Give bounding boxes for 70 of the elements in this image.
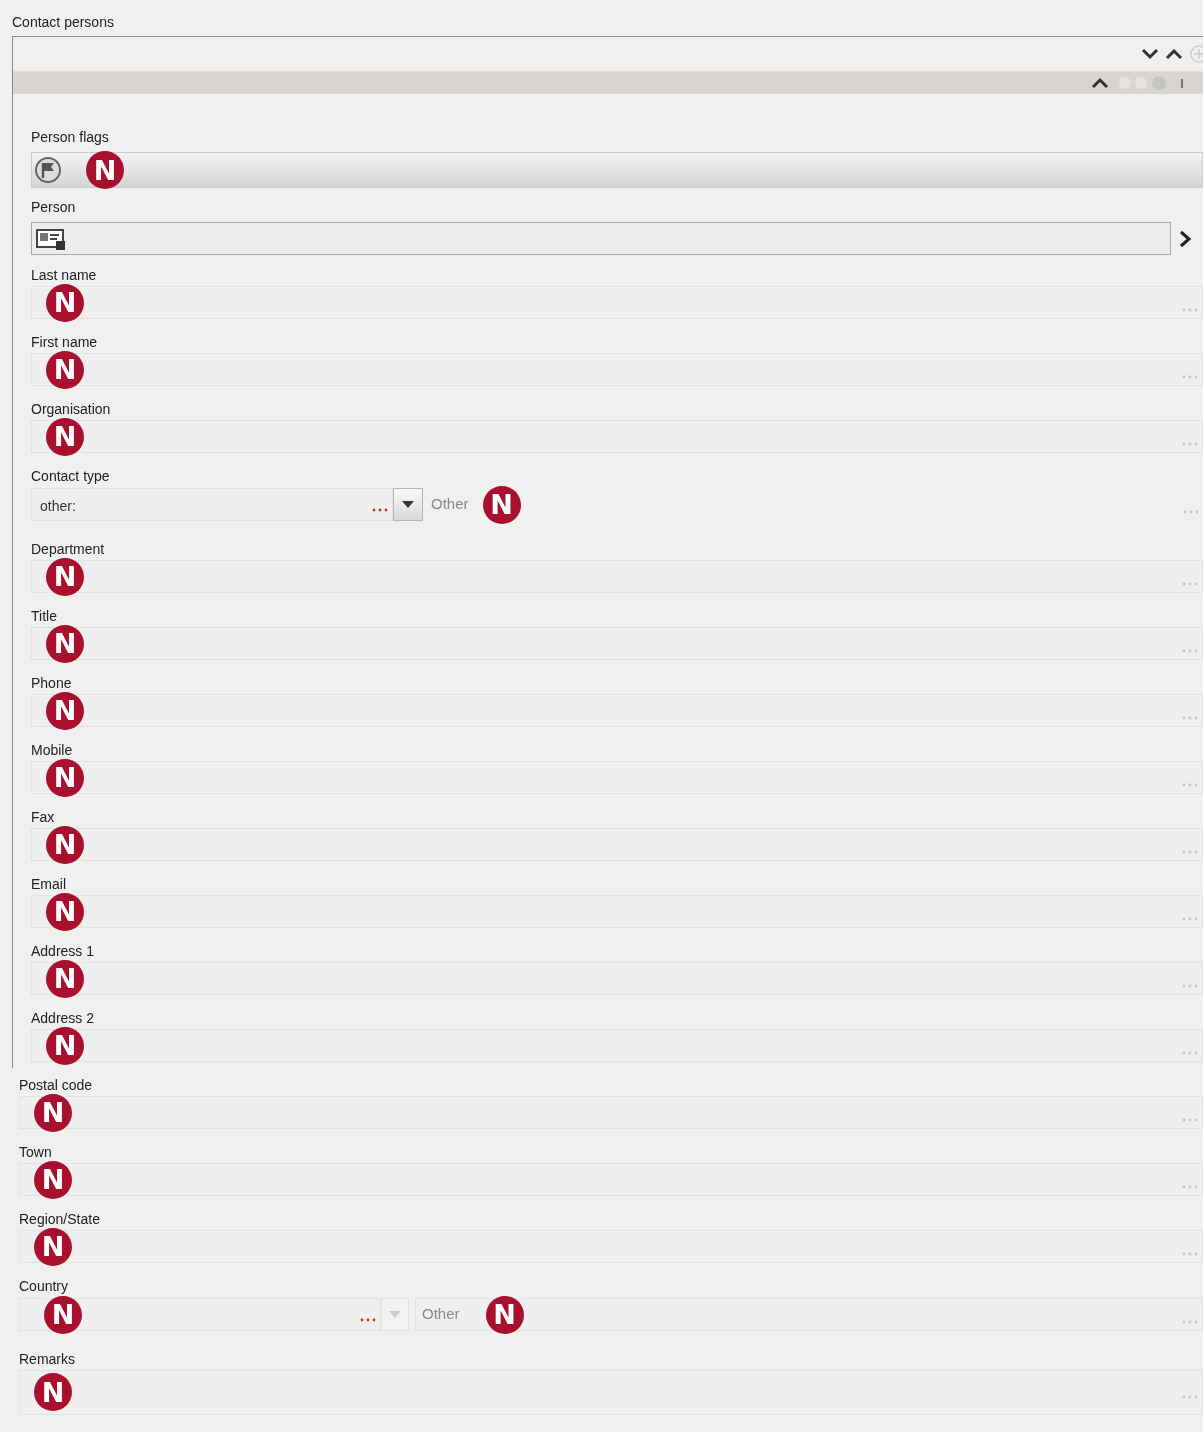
input-field[interactable]: N	[19, 1230, 1203, 1263]
field-label: Country	[19, 1277, 69, 1296]
input-field[interactable]: N	[31, 828, 1203, 861]
field-label: Address 1	[31, 942, 95, 961]
n-badge: N	[34, 1093, 72, 1132]
combo-field[interactable]: other:	[31, 488, 393, 521]
field-label: Organisation	[31, 400, 111, 419]
field-label: First name	[31, 333, 98, 352]
dropdown-button[interactable]	[393, 488, 423, 521]
input-field[interactable]: N	[19, 1370, 1203, 1415]
input-field[interactable]: N	[31, 1029, 1203, 1062]
n-badge: N	[46, 892, 84, 931]
input-field[interactable]: N	[31, 694, 1203, 727]
input-field[interactable]: N	[31, 560, 1203, 593]
field-label: Person	[31, 198, 76, 217]
field-label: Department	[31, 540, 105, 559]
n-badge: N	[46, 691, 84, 730]
input-field[interactable]: N	[31, 420, 1203, 453]
section-title: Contact persons	[12, 14, 114, 30]
field-label: Address 2	[31, 1009, 95, 1028]
input-field[interactable]: N	[31, 353, 1203, 386]
n-badge: N	[46, 557, 84, 596]
person-card-icon	[36, 226, 66, 251]
caret-icon	[402, 500, 414, 509]
chevron-up-icon[interactable]	[1091, 77, 1109, 89]
input-field[interactable]: N	[19, 1163, 1203, 1196]
field-label: Phone	[31, 674, 72, 693]
field-label: Remarks	[19, 1350, 75, 1369]
n-badge: N	[46, 959, 84, 998]
input-field[interactable]: N	[31, 627, 1203, 660]
caret-icon	[389, 1310, 401, 1319]
n-badge: N	[485, 1295, 524, 1334]
n-badge: N	[46, 624, 84, 663]
field-label: Postal code	[19, 1076, 93, 1095]
field-label: Title	[31, 607, 57, 626]
n-badge: N	[86, 151, 124, 189]
field-label: Fax	[31, 808, 55, 827]
field-label: Town	[19, 1143, 52, 1162]
input-field[interactable]: N	[19, 1096, 1203, 1129]
separator-icon	[1181, 78, 1183, 88]
chevron-up-icon[interactable]	[1165, 48, 1183, 60]
field-label: Person flags	[31, 128, 109, 147]
field-label: Email	[31, 875, 66, 894]
more-icon[interactable]	[360, 1317, 376, 1322]
chevron-right-icon[interactable]	[1177, 228, 1193, 249]
field-label: Last name	[31, 266, 97, 285]
input-field[interactable]: N	[31, 962, 1203, 995]
n-badge: N	[46, 825, 84, 864]
n-badge: N	[34, 1227, 72, 1266]
n-badge: N	[46, 417, 84, 456]
n-badge: N	[46, 350, 84, 389]
n-badge: N	[44, 1295, 82, 1334]
n-badge: N	[34, 1373, 72, 1411]
more-icon[interactable]	[372, 507, 388, 512]
n-badge: N	[34, 1160, 72, 1199]
n-badge: N	[46, 758, 84, 797]
field-label: Contact type	[31, 467, 110, 486]
input-field[interactable]: N	[31, 895, 1203, 928]
field-label: Region/State	[19, 1210, 100, 1229]
chevron-down-icon[interactable]	[1141, 48, 1159, 60]
other-field[interactable]: Other N	[425, 488, 1203, 521]
input-field[interactable]: N	[31, 761, 1203, 794]
person-field[interactable]	[31, 222, 1171, 255]
flag-icon[interactable]	[34, 156, 62, 184]
n-badge: N	[482, 485, 521, 524]
input-field[interactable]: N	[31, 286, 1203, 319]
n-badge: N	[46, 1026, 84, 1065]
n-badge: N	[46, 283, 84, 322]
add-icon[interactable]	[1189, 45, 1203, 63]
field-label: Mobile	[31, 741, 73, 760]
